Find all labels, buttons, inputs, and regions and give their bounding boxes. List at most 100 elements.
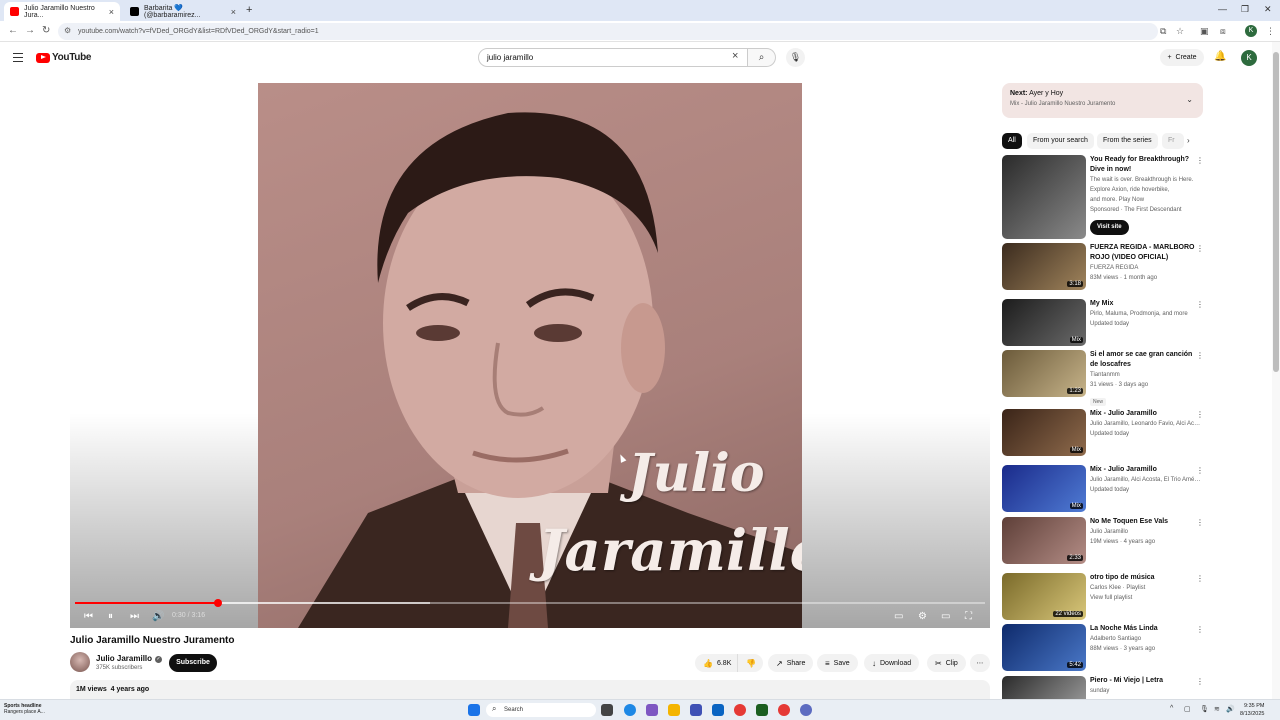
next-icon[interactable]: ⏭ (130, 611, 139, 622)
outlook-icon[interactable] (712, 704, 724, 716)
rec-item[interactable]: 2:33 No Me Toquen Ese Vals Julio Jaramil… (1002, 517, 1212, 564)
scrollbar-thumb[interactable] (1273, 52, 1279, 372)
rec-item-sponsored[interactable]: You Ready for Breakthrough? Dive in now!… (1002, 155, 1212, 239)
taskbar-search[interactable]: ⌕ Search (486, 703, 596, 717)
channel-name[interactable]: Julio Jaramillo ✓ (96, 654, 163, 663)
mic-tray-icon[interactable]: 🎙 (1200, 705, 1209, 713)
file-explorer-icon[interactable] (668, 704, 680, 716)
menu-icon[interactable] (13, 53, 23, 65)
rec-item[interactable]: Mix Mix - Julio Jaramillo Julio Jaramill… (1002, 465, 1212, 512)
progress-bar[interactable] (75, 599, 985, 607)
youtube-logo[interactable]: YouTube (36, 52, 92, 63)
download-button[interactable]: ↓ Download (864, 654, 920, 672)
extensions-icon[interactable]: ⧈ (1220, 26, 1226, 37)
bookmark-star-icon[interactable]: ☆ (1176, 26, 1184, 37)
rec-thumbnail[interactable]: Mix (1002, 465, 1086, 512)
pause-icon[interactable]: ⏸ (108, 611, 113, 622)
wifi-icon[interactable]: ≋ (1214, 705, 1220, 713)
captions-icon[interactable]: ▭ (894, 611, 903, 622)
more-vertical-icon[interactable]: ⋮ (1196, 410, 1204, 419)
terminal-icon[interactable] (756, 704, 768, 716)
rec-thumbnail[interactable]: Mix (1002, 299, 1086, 346)
more-vertical-icon[interactable]: ⋮ (1196, 466, 1204, 475)
previous-icon[interactable]: ⏮ (84, 611, 93, 622)
settings-gear-icon[interactable]: ⚙ (918, 611, 927, 622)
rec-item[interactable]: 5:42 La Noche Más Linda Adalberto Santia… (1002, 624, 1212, 671)
more-vertical-icon[interactable]: ⋮ (1196, 677, 1204, 686)
browser-tab-tiktok[interactable]: Barbarita 💙 (@barbaramirez... × (124, 2, 242, 21)
account-avatar[interactable]: K (1241, 50, 1257, 66)
new-tab-icon[interactable]: + (246, 4, 252, 16)
install-app-icon[interactable]: ⧉ (1160, 26, 1166, 37)
rec-item[interactable]: 3:18 FUERZA REGIDA - MARLBORO ROJO (VIDE… (1002, 243, 1212, 290)
playlist-next-box[interactable]: Next: Ayer y Hoy Mix - Julio Jaramillo N… (1002, 83, 1203, 118)
rec-thumbnail[interactable]: 1:23 (1002, 350, 1086, 397)
rec-item[interactable]: Piero - Mi Viejo | Letra sunday ⋮ (1002, 676, 1212, 699)
rec-thumbnail[interactable]: Mix (1002, 409, 1086, 456)
maximize-icon[interactable]: ❐ (1241, 4, 1249, 15)
more-vertical-icon[interactable]: ⋮ (1196, 156, 1204, 165)
fullscreen-icon[interactable]: ⛶ (965, 611, 972, 622)
chip-from-the-series[interactable]: From the series (1097, 133, 1158, 149)
chevron-down-icon[interactable]: ⌄ (1186, 95, 1193, 104)
more-vertical-icon[interactable]: ⋮ (1196, 625, 1204, 634)
visit-site-button[interactable]: Visit site (1090, 220, 1129, 235)
more-vertical-icon[interactable]: ⋮ (1196, 351, 1204, 360)
search-input[interactable]: julio jaramillo (478, 48, 748, 67)
page-scrollbar[interactable] (1272, 42, 1280, 699)
browser-profile-avatar[interactable]: K (1245, 25, 1257, 37)
video-player[interactable]: Julio Jaramillo ⏮ ⏸ ⏭ 🔊 0:30 / 3:16 ▭ ⚙ … (70, 83, 990, 628)
copilot-icon[interactable] (646, 704, 658, 716)
reload-icon[interactable]: ↻ (42, 25, 50, 36)
notifications-bell-icon[interactable]: 🔔 (1214, 51, 1226, 62)
store-icon[interactable] (690, 704, 702, 716)
more-vertical-icon[interactable]: ⋮ (1196, 244, 1204, 253)
more-vertical-icon[interactable]: ⋮ (1196, 300, 1204, 309)
chip-partial[interactable]: Fr (1162, 133, 1184, 149)
more-vertical-icon[interactable]: ⋮ (1196, 518, 1204, 527)
clock[interactable]: 9:35 PM 8/13/2025 (1240, 702, 1264, 718)
create-button[interactable]: + Create (1160, 49, 1204, 66)
tray-chevron-icon[interactable]: ^ (1170, 705, 1173, 712)
subscribe-button[interactable]: Subscribe (169, 654, 217, 672)
tab-close-icon[interactable]: × (109, 7, 114, 17)
channel-avatar[interactable] (70, 652, 90, 672)
chip-all[interactable]: All (1002, 133, 1022, 149)
minimize-icon[interactable]: — (1218, 4, 1227, 14)
task-view-icon[interactable] (601, 704, 613, 716)
site-info-icon[interactable]: ⚙ (64, 26, 71, 35)
more-actions-button[interactable]: ⋯ (970, 654, 990, 672)
windows-start-icon[interactable] (468, 704, 480, 716)
scrubber-handle[interactable] (213, 599, 222, 607)
browser-menu-icon[interactable]: ⋮ (1266, 26, 1275, 37)
dislike-button[interactable]: 👎 (737, 654, 763, 672)
chat-app-icon[interactable] (800, 704, 812, 716)
rec-thumbnail[interactable] (1002, 676, 1086, 699)
chrome-icon[interactable] (734, 704, 746, 716)
rec-thumbnail[interactable] (1002, 155, 1086, 239)
rec-thumbnail[interactable]: 2:33 (1002, 517, 1086, 564)
close-window-icon[interactable]: ✕ (1264, 4, 1272, 15)
rec-thumbnail[interactable]: 3:18 (1002, 243, 1086, 290)
rec-item-playlist[interactable]: 22 videos otro tipo de música Carlos Kle… (1002, 573, 1212, 620)
volume-icon[interactable]: 🔊 (152, 611, 164, 622)
back-icon[interactable]: ← (8, 25, 18, 36)
tab-close-icon[interactable]: × (231, 7, 236, 17)
address-bar[interactable]: ⚙ youtube.com/watch?v=fVDed_ORGdY&list=R… (58, 23, 1158, 40)
save-button[interactable]: ≡ Save (817, 654, 858, 672)
speaker-icon[interactable]: 🔊 (1226, 705, 1235, 713)
rec-thumbnail[interactable]: 5:42 (1002, 624, 1086, 671)
rec-item[interactable]: Mix My Mix Pirlo, Maluma, Prodmonja, and… (1002, 299, 1212, 346)
forward-icon[interactable]: → (25, 25, 35, 36)
rec-thumbnail[interactable]: 22 videos (1002, 573, 1086, 620)
rec-item[interactable]: 1:23 Si el amor se cae gran canción de l… (1002, 350, 1212, 406)
chevron-right-icon[interactable]: › (1187, 136, 1190, 145)
voice-search-button[interactable]: 🎙 (786, 48, 805, 67)
clear-search-icon[interactable]: × (732, 50, 738, 62)
news-widget[interactable]: Sports headline Rangers place A... (4, 703, 45, 715)
chip-from-your-search[interactable]: From your search (1027, 133, 1094, 149)
like-button[interactable]: 👍 6.8K (695, 654, 737, 672)
share-button[interactable]: ↗ Share (768, 654, 814, 672)
sidepanel-icon[interactable]: ▣ (1200, 26, 1209, 37)
search-button[interactable]: ⌕ (748, 48, 776, 67)
